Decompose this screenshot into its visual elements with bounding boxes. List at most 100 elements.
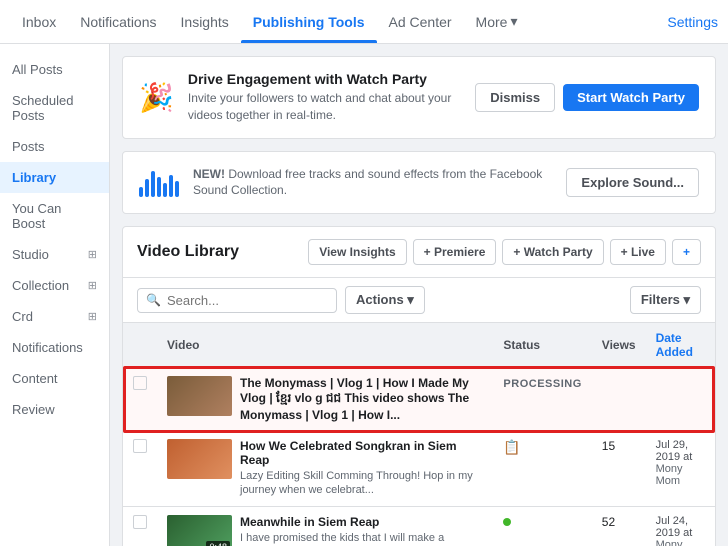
row-date-cell: Jul 29, 2019 at Mony Mom [646, 431, 715, 507]
video-title: Meanwhile in Siem Reap [240, 515, 483, 529]
search-input-wrap: 🔍 [137, 288, 337, 313]
watch-party-desc: Invite your followers to watch and chat … [188, 90, 461, 124]
nav-items: Inbox Notifications Insights Publishing … [10, 0, 667, 43]
library-title: Video Library [137, 243, 239, 261]
library-actions: View Insights + Premiere + Watch Party +… [308, 239, 701, 265]
top-navigation: Inbox Notifications Insights Publishing … [0, 0, 728, 44]
video-info: How We Celebrated Songkran in Siem Reap … [240, 439, 483, 498]
sidebar-item-content[interactable]: Content [0, 363, 109, 394]
nav-item-insights[interactable]: Insights [169, 0, 241, 43]
row-date-cell [646, 368, 715, 431]
expand-icon: ⊞ [88, 310, 97, 323]
video-thumbnail [167, 376, 232, 416]
row-checkbox [123, 368, 157, 431]
table-row: 0:48 Meanwhile in Siem Reap I have promi… [123, 506, 715, 546]
sound-collection-banner: NEW! Download free tracks and sound effe… [122, 151, 716, 215]
status-badge: 📋 [503, 439, 520, 456]
status-dot-green [503, 518, 511, 526]
video-title: How We Celebrated Songkran in Siem Reap [240, 439, 483, 467]
nav-item-ad-center[interactable]: Ad Center [377, 0, 464, 43]
watch-party-banner: 🎉 Drive Engagement with Watch Party Invi… [122, 56, 716, 139]
sound-banner-actions: Explore Sound... [566, 168, 699, 197]
row-status-cell: 📋 [493, 431, 591, 507]
row-views-cell [592, 368, 646, 431]
table-row: How We Celebrated Songkran in Siem Reap … [123, 431, 715, 507]
sidebar: All Posts Scheduled Posts Posts Library … [0, 44, 110, 546]
table-header-row: Video Status Views Date Added [123, 323, 715, 368]
row-date-cell: Jul 24, 2019 at Mony Mom [646, 506, 715, 546]
nav-right: Settings [667, 0, 718, 43]
row-checkbox [123, 431, 157, 507]
library-header: Video Library View Insights + Premiere +… [123, 227, 715, 278]
sidebar-item-all-posts[interactable]: All Posts [0, 54, 109, 85]
row-video-cell: How We Celebrated Songkran in Siem Reap … [157, 431, 493, 507]
video-info: Meanwhile in Siem Reap I have promised t… [240, 515, 483, 546]
row-status-cell: PROCESSING [493, 368, 591, 431]
sound-wave-icon [139, 167, 179, 197]
sidebar-item-collection[interactable]: Collection ⊞ [0, 270, 109, 301]
video-desc: Lazy Editing Skill Comming Through! Hop … [240, 469, 483, 498]
video-desc: I have promised the kids that I will mak… [240, 531, 483, 546]
expand-icon: ⊞ [88, 248, 97, 261]
col-date-header: Date Added [646, 323, 715, 368]
video-library: Video Library View Insights + Premiere +… [122, 226, 716, 546]
watch-party-title: Drive Engagement with Watch Party [188, 71, 461, 87]
watch-party-button[interactable]: + Watch Party [502, 239, 603, 265]
video-table: Video Status Views Date Added [123, 323, 715, 546]
sidebar-item-scheduled-posts[interactable]: Scheduled Posts [0, 85, 109, 131]
watch-party-actions: Dismiss Start Watch Party [475, 83, 699, 112]
settings-link[interactable]: Settings [667, 14, 718, 30]
processing-badge: PROCESSING [503, 378, 581, 390]
nav-item-inbox[interactable]: Inbox [10, 0, 68, 43]
nav-item-publishing-tools[interactable]: Publishing Tools [241, 0, 377, 43]
dismiss-button[interactable]: Dismiss [475, 83, 555, 112]
add-button[interactable]: + [672, 239, 701, 265]
sidebar-item-crd[interactable]: Crd ⊞ [0, 301, 109, 332]
search-input[interactable] [167, 293, 328, 308]
premiere-button[interactable]: + Premiere [413, 239, 497, 265]
start-watch-party-button[interactable]: Start Watch Party [563, 84, 699, 111]
row-video-cell: 0:48 Meanwhile in Siem Reap I have promi… [157, 506, 493, 546]
status-badge [503, 518, 511, 526]
video-table-wrapper: Video Status Views Date Added [123, 323, 715, 546]
search-icon: 🔍 [146, 293, 161, 307]
video-thumbnail [167, 439, 232, 479]
nav-item-more[interactable]: More ▾ [464, 0, 530, 43]
main-layout: All Posts Scheduled Posts Posts Library … [0, 44, 728, 546]
row-views-cell: 15 [592, 431, 646, 507]
row-checkbox [123, 506, 157, 546]
sidebar-item-you-can-boost[interactable]: You Can Boost [0, 193, 109, 239]
video-title: The Monymass | Vlog 1 | How I Made My Vl… [240, 376, 483, 422]
sound-banner-desc: NEW! Download free tracks and sound effe… [193, 166, 552, 200]
watch-party-icon: 🎉 [139, 81, 174, 114]
table-row: The Monymass | Vlog 1 | How I Made My Vl… [123, 368, 715, 431]
content-area: 🎉 Drive Engagement with Watch Party Invi… [110, 44, 728, 546]
view-insights-button[interactable]: View Insights [308, 239, 406, 265]
col-status-header: Status [493, 323, 591, 368]
actions-dropdown-button[interactable]: Actions ▾ [345, 286, 425, 314]
watch-party-banner-text: Drive Engagement with Watch Party Invite… [188, 71, 461, 124]
video-duration: 0:48 [206, 541, 230, 546]
chevron-down-icon: ▾ [510, 13, 517, 30]
video-thumbnail: 0:48 [167, 515, 232, 546]
search-bar: 🔍 Actions ▾ Filters ▾ [123, 278, 715, 323]
expand-icon: ⊞ [88, 279, 97, 292]
sidebar-item-notifications[interactable]: Notifications [0, 332, 109, 363]
row-views-cell: 52 [592, 506, 646, 546]
col-video-header: Video [157, 323, 493, 368]
video-info: The Monymass | Vlog 1 | How I Made My Vl… [240, 376, 483, 422]
col-views-header: Views [592, 323, 646, 368]
explore-sound-button[interactable]: Explore Sound... [566, 168, 699, 197]
sound-banner-text: NEW! Download free tracks and sound effe… [193, 166, 552, 200]
nav-item-notifications[interactable]: Notifications [68, 0, 168, 43]
row-status-cell [493, 506, 591, 546]
filters-area: Filters ▾ [630, 286, 701, 314]
row-video-cell: The Monymass | Vlog 1 | How I Made My Vl… [157, 368, 493, 431]
sidebar-item-review[interactable]: Review [0, 394, 109, 425]
col-checkbox [123, 323, 157, 368]
sidebar-item-posts[interactable]: Posts [0, 131, 109, 162]
filters-button[interactable]: Filters ▾ [630, 286, 701, 314]
sidebar-item-library[interactable]: Library [0, 162, 109, 193]
sidebar-item-studio[interactable]: Studio ⊞ [0, 239, 109, 270]
live-button[interactable]: + Live [610, 239, 666, 265]
